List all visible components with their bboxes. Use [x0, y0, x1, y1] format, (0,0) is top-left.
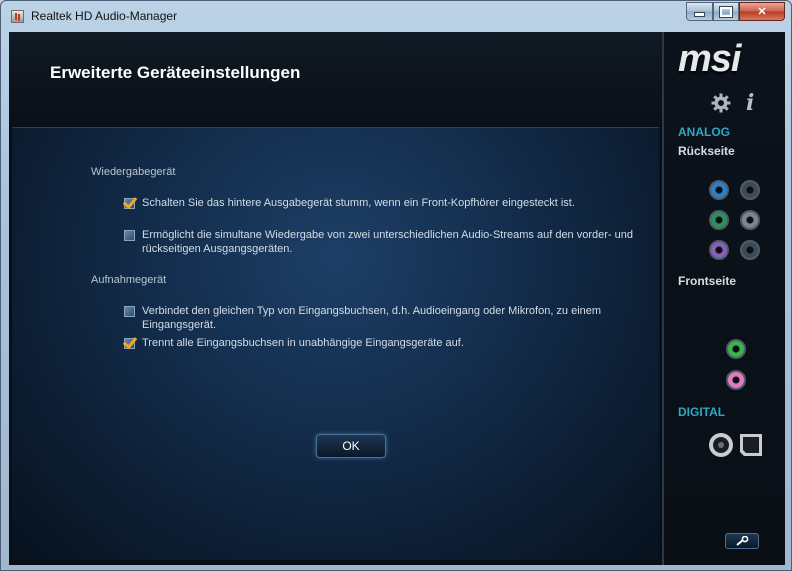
back-jack-grey[interactable] [740, 210, 760, 230]
client-area: Erweiterte Geräteeinstellungen Wiedergab… [9, 32, 785, 565]
back-jack-green[interactable] [709, 210, 729, 230]
checkbox-combine-inputs[interactable] [124, 306, 135, 317]
back-jack-inactive[interactable] [740, 240, 760, 260]
recording-option-combine[interactable]: Verbindet den gleichen Typ von Eingangsb… [124, 304, 644, 332]
info-icon[interactable]: i [746, 90, 754, 116]
recording-option-separate[interactable]: Trennt alle Eingangsbuchsen in unabhängi… [124, 336, 644, 350]
gear-icon[interactable] [711, 93, 731, 113]
close-button[interactable]: ✕ [739, 2, 785, 21]
front-panel-heading: Frontseite [678, 274, 737, 288]
coaxial-port-icon [709, 433, 733, 457]
checkbox-mute-rear[interactable] [124, 198, 135, 209]
checkbox-separate-inputs[interactable] [124, 338, 135, 349]
right-sidebar: msi i ANALOG Rückseite Frontseite DIGITA… [662, 32, 785, 565]
back-panel-heading: Rückseite [678, 144, 735, 158]
option-label: Trennt alle Eingangsbuchsen in unabhängi… [142, 337, 464, 349]
page-title: Erweiterte Geräteeinstellungen [50, 63, 301, 82]
minimize-icon [694, 12, 705, 17]
front-jack-pink[interactable] [726, 370, 746, 390]
header: Erweiterte Geräteeinstellungen [9, 32, 667, 125]
digital-heading: DIGITAL [678, 405, 726, 419]
playback-option-mute-rear[interactable]: Schalten Sie das hintere Ausgabegerät st… [124, 196, 644, 210]
option-label: Schalten Sie das hintere Ausgabegerät st… [142, 197, 575, 209]
maximize-button[interactable] [713, 2, 739, 21]
minimize-button[interactable] [686, 2, 713, 21]
back-jack-purple[interactable] [709, 240, 729, 260]
option-label: Verbindet den gleichen Typ von Eingangsb… [142, 305, 602, 331]
optical-port-icon [740, 434, 762, 456]
settings-panel: Wiedergabegerät Schalten Sie das hintere… [12, 127, 659, 560]
window-controls: ✕ [686, 2, 785, 21]
recording-section-title: Aufnahmegerät [91, 274, 167, 286]
front-jack-green[interactable] [726, 339, 746, 359]
speaker-app-icon [11, 10, 24, 23]
ok-button[interactable]: OK [316, 434, 386, 458]
checkbox-multistream[interactable] [124, 230, 135, 241]
playback-section-title: Wiedergabegerät [91, 166, 176, 178]
back-jack-inactive[interactable] [740, 180, 760, 200]
digital-ports [709, 433, 762, 457]
playback-option-multistream[interactable]: Ermöglicht die simultane Wiedergabe von … [124, 228, 644, 256]
close-icon: ✕ [757, 6, 767, 18]
app-window: Realtek HD Audio-Manager ✕ Erweiterte Ge… [0, 0, 792, 571]
wrench-icon [736, 536, 749, 546]
connector-settings-button[interactable] [725, 533, 759, 549]
maximize-icon [719, 5, 733, 18]
window-title: Realtek HD Audio-Manager [31, 9, 178, 23]
title-bar[interactable]: Realtek HD Audio-Manager ✕ [1, 1, 791, 31]
msi-logo: msi [678, 38, 741, 80]
back-jack-blue[interactable] [709, 180, 729, 200]
analog-heading: ANALOG [678, 125, 730, 139]
option-label: Ermöglicht die simultane Wiedergabe von … [142, 229, 633, 255]
